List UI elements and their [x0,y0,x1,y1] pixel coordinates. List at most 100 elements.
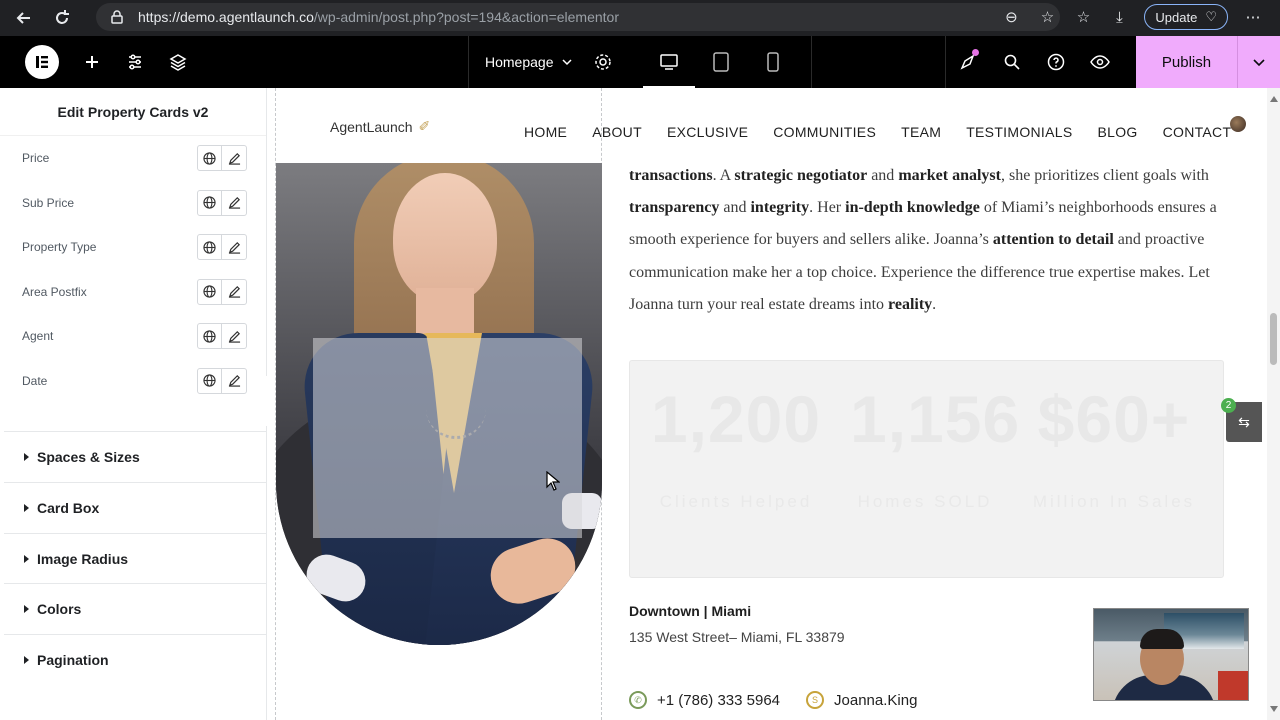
nav-item-about[interactable]: ABOUT [592,124,642,140]
notifications-icon[interactable] [946,36,990,88]
office-location: Downtown | Miami [629,603,752,619]
stat-number: 1,200 [650,382,822,456]
desktop-view-icon[interactable] [643,36,695,88]
dynamic-field-label: Date [22,373,48,388]
section-spaces-sizes[interactable]: Spaces & Sizes [4,431,266,481]
avatar[interactable] [1230,116,1246,132]
pencil-icon[interactable] [222,146,246,170]
download-icon[interactable]: ⤓ [1108,6,1130,28]
globe-icon[interactable] [198,279,223,304]
dynamic-field-controls [197,189,247,216]
bookmarks-icon[interactable]: ☆ [1072,6,1094,28]
address-bar[interactable]: https://demo.agentlaunch.co/wp-admin/pos… [96,3,1060,31]
caret-right-icon [24,604,29,613]
dynamic-field-label: Sub Price [22,195,75,210]
help-icon[interactable] [1034,36,1078,88]
layers-icon[interactable] [168,52,188,72]
stat-label: Homes SOLD [857,492,993,511]
preview-eye-icon[interactable] [1078,36,1122,88]
pencil-icon[interactable] [222,235,246,259]
dynamic-field-row: Property Type [0,225,266,270]
stat-number: 1,156 [850,382,1021,456]
nav-item-contact[interactable]: CONTACT [1163,124,1232,140]
site-nav: HOME ABOUT EXCLUSIVE COMMUNITIES TEAM TESTIMO… [524,124,1256,140]
site-logo[interactable]: AgentLaunch ✐ [330,118,430,135]
page-selector[interactable]: Homepage [485,54,572,70]
skype-link[interactable]: Joanna.King [834,692,917,709]
stat-label: Million In Sales [1032,492,1196,511]
globe-icon[interactable] [198,324,223,349]
section-card-box[interactable]: Card Box [4,482,266,532]
nav-item-exclusive[interactable]: EXCLUSIVE [667,124,748,140]
rocket-icon: ✐ [418,118,431,134]
stat-label: Clients Helped [659,492,813,511]
scroll-down-icon[interactable] [1270,706,1278,712]
publish-button[interactable]: Publish [1136,36,1237,88]
page-name: Homepage [485,54,554,70]
site-settings-icon[interactable] [125,52,145,72]
dynamic-field-row: Area Postfix [0,270,266,315]
nav-item-communities[interactable]: COMMUNITIES [773,124,876,140]
canvas-scrollbar[interactable] [1267,88,1280,720]
star-icon[interactable]: ☆ [1036,6,1058,28]
section-label: Colors [37,600,82,617]
tablet-view-icon[interactable] [695,36,747,88]
search-icon[interactable] [990,36,1034,88]
globe-icon[interactable] [198,190,223,215]
add-element-icon[interactable] [82,52,102,72]
page-settings-icon[interactable] [594,53,612,71]
phone-link[interactable]: +1 (786) 333 5964 [657,692,780,709]
globe-icon[interactable] [198,235,223,260]
dynamic-field-controls [197,234,247,261]
nav-item-blog[interactable]: BLOG [1097,124,1137,140]
publish-options-chevron-icon[interactable] [1237,36,1280,88]
scroll-up-icon[interactable] [1270,96,1278,102]
scroll-thumb[interactable] [1270,313,1277,365]
section-label: Image Radius [37,550,129,567]
pencil-icon[interactable] [222,369,246,393]
pencil-icon[interactable] [222,191,246,215]
agent-bio: transactions. A strategic negotiator and… [629,167,1217,313]
section-colors[interactable]: Colors [4,583,266,633]
caret-right-icon [24,503,29,512]
pencil-icon[interactable] [222,280,246,304]
extension-icon[interactable]: ⊖ [1000,6,1022,28]
agent-portrait-image[interactable] [276,163,602,645]
mobile-view-icon[interactable] [747,36,799,88]
update-button[interactable]: Update ♡ [1144,4,1228,30]
reload-icon[interactable] [48,4,76,32]
elementor-logo-icon[interactable] [25,45,59,79]
nav-item-testimonials[interactable]: TESTIMONIALS [966,124,1072,140]
pencil-icon[interactable] [222,324,246,348]
stat-homes: 1,156 Homes SOLD [850,381,1021,527]
section-image-radius[interactable]: Image Radius [4,533,266,583]
heart-icon: ♡ [1205,9,1217,24]
dynamic-field-row: Date [0,359,266,404]
dynamic-field-controls [197,323,247,350]
dynamic-field-label: Area Postfix [22,284,87,299]
update-label: Update [1155,9,1198,25]
dynamic-field-label: Property Type [22,240,97,255]
globe-icon[interactable] [198,146,223,171]
chevron-down-icon [561,59,572,66]
editor-topbar: Homepage Publish [0,36,1280,88]
stat-sales: $60+ Million In Sales [1028,381,1200,527]
caret-right-icon [24,655,29,664]
dynamic-field-label: Agent [22,329,54,344]
back-icon[interactable] [10,4,38,32]
dynamic-field-controls [197,145,247,172]
caret-right-icon [24,554,29,563]
stat-number: $60+ [1037,382,1191,456]
nav-item-home[interactable]: HOME [524,124,567,140]
section-pagination[interactable]: Pagination [4,634,266,684]
menu-icon[interactable]: ⋯ [1242,6,1264,28]
globe-icon[interactable] [198,368,223,393]
logo-text: AgentLaunch [330,118,413,135]
browser-toolbar: https://demo.agentlaunch.co/wp-admin/pos… [0,0,1280,36]
notification-dot [972,49,979,56]
dynamic-field-controls [197,367,247,394]
caret-right-icon [24,452,29,461]
skype-icon: S [806,691,825,709]
dynamic-field-row: Price [0,136,266,181]
nav-item-team[interactable]: TEAM [901,124,941,140]
